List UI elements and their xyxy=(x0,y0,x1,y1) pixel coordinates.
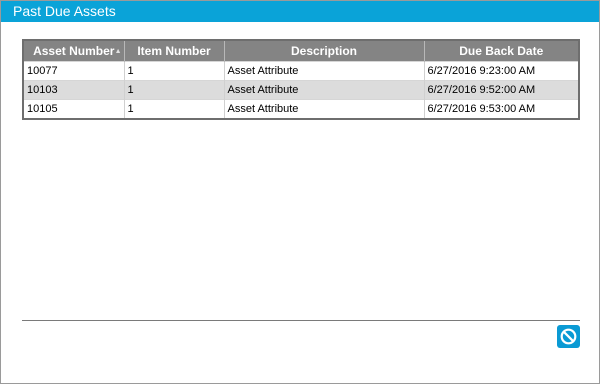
cell-due-back-date: 6/27/2016 9:23:00 AM xyxy=(423,61,578,81)
sort-ascending-icon: ▲ xyxy=(114,48,122,55)
assets-grid: Asset Number ▲ Item Number Description D… xyxy=(22,39,580,120)
cell-asset-number: 10103 xyxy=(24,80,124,100)
column-header-due-back-date[interactable]: Due Back Date xyxy=(423,41,578,62)
column-header-item-number[interactable]: Item Number xyxy=(123,41,224,62)
dialog-title: Past Due Assets xyxy=(1,1,599,22)
past-due-assets-dialog: Past Due Assets Asset Number ▲ Item Numb… xyxy=(0,0,600,384)
table-header-row: Asset Number ▲ Item Number Description D… xyxy=(24,41,578,62)
cell-item-number: 1 xyxy=(123,80,224,100)
column-header-asset-number[interactable]: Asset Number ▲ xyxy=(24,41,124,62)
cell-asset-number: 10077 xyxy=(24,61,124,81)
table-row[interactable]: 10103 1 Asset Attribute 6/27/2016 9:52:0… xyxy=(24,80,578,100)
table-row[interactable]: 10077 1 Asset Attribute 6/27/2016 9:23:0… xyxy=(24,61,578,81)
cell-item-number: 1 xyxy=(123,99,224,118)
cell-item-number: 1 xyxy=(123,61,224,81)
footer-divider xyxy=(22,320,580,321)
cell-description: Asset Attribute xyxy=(223,80,424,100)
cell-due-back-date: 6/27/2016 9:53:00 AM xyxy=(423,99,578,118)
cancel-icon xyxy=(560,328,577,345)
cell-description: Asset Attribute xyxy=(223,99,424,118)
column-header-description[interactable]: Description xyxy=(223,41,424,62)
cancel-button[interactable] xyxy=(557,325,580,348)
cell-description: Asset Attribute xyxy=(223,61,424,81)
assets-table: Asset Number ▲ Item Number Description D… xyxy=(24,41,578,118)
cell-due-back-date: 6/27/2016 9:52:00 AM xyxy=(423,80,578,100)
cell-asset-number: 10105 xyxy=(24,99,124,118)
table-row[interactable]: 10105 1 Asset Attribute 6/27/2016 9:53:0… xyxy=(24,99,578,118)
